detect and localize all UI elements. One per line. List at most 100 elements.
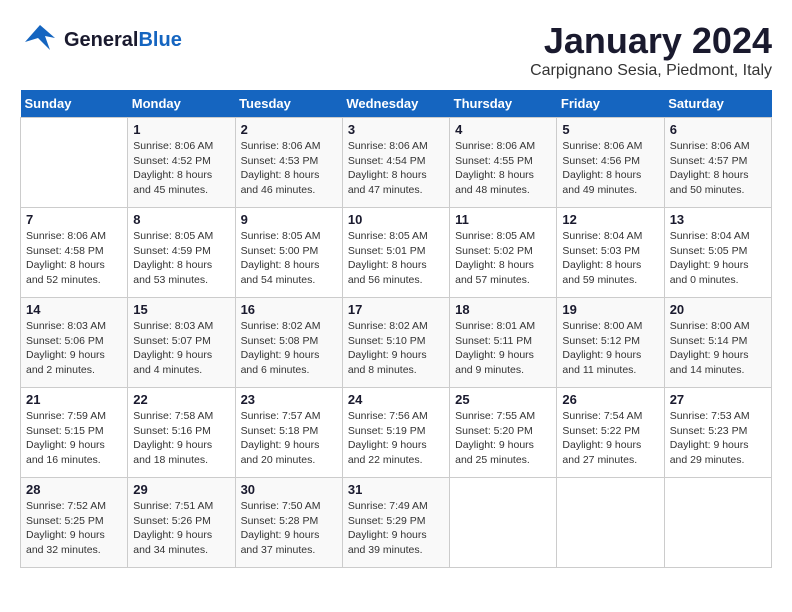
calendar-cell: 26Sunrise: 7:54 AMSunset: 5:22 PMDayligh… bbox=[557, 388, 664, 478]
calendar-cell: 15 Sunrise: 8:03 AMSunset: 5:07 PMDayligh… bbox=[128, 298, 235, 388]
page-header: GeneralBlue January 2024 Carpignano Sesi… bbox=[20, 20, 772, 80]
day-info: Sunrise: 8:03 AMSunset: 5:06 PMDaylight:… bbox=[26, 319, 122, 378]
day-info: Sunrise: 7:52 AMSunset: 5:25 PMDaylight:… bbox=[26, 499, 122, 558]
title-section: January 2024 Carpignano Sesia, Piedmont,… bbox=[530, 20, 772, 80]
day-info: Sunrise: 7:53 AMSunset: 5:23 PMDaylight:… bbox=[670, 409, 766, 468]
day-info: Sunrise: 8:05 AMSunset: 5:02 PMDaylight:… bbox=[455, 229, 551, 288]
day-number: 19 bbox=[562, 302, 658, 317]
day-info: Sunrise: 8:06 AMSunset: 4:55 PMDaylight:… bbox=[455, 139, 551, 198]
calendar-cell: 14 Sunrise: 8:03 AMSunset: 5:06 PMDayligh… bbox=[21, 298, 128, 388]
calendar-week-row: 21 Sunrise: 7:59 AMSunset: 5:15 PMDayligh… bbox=[21, 388, 772, 478]
day-info: Sunrise: 8:06 AMSunset: 4:57 PMDaylight:… bbox=[670, 139, 766, 198]
day-number: 4 bbox=[455, 122, 551, 137]
calendar-cell: 31 Sunrise: 7:49 AMSunset: 5:29 PMDayligh… bbox=[342, 478, 449, 568]
calendar-cell: 28 Sunrise: 7:52 AMSunset: 5:25 PMDayligh… bbox=[21, 478, 128, 568]
calendar-cell: 30 Sunrise: 7:50 AMSunset: 5:28 PMDayligh… bbox=[235, 478, 342, 568]
calendar-cell: 6 Sunrise: 8:06 AMSunset: 4:57 PMDaylight… bbox=[664, 118, 771, 208]
day-number: 24 bbox=[348, 392, 444, 407]
day-number: 25 bbox=[455, 392, 551, 407]
day-info: Sunrise: 8:06 AMSunset: 4:52 PMDaylight:… bbox=[133, 139, 229, 198]
calendar-cell: 20 Sunrise: 8:00 AMSunset: 5:14 PMDayligh… bbox=[664, 298, 771, 388]
day-info: Sunrise: 8:06 AMSunset: 4:56 PMDaylight:… bbox=[562, 139, 658, 198]
day-number: 26 bbox=[562, 392, 658, 407]
calendar-cell: 21 Sunrise: 7:59 AMSunset: 5:15 PMDayligh… bbox=[21, 388, 128, 478]
calendar-body: 1Sunrise: 8:06 AMSunset: 4:52 PMDaylight… bbox=[21, 118, 772, 568]
weekday-header: Monday bbox=[128, 90, 235, 118]
calendar-cell: 13Sunrise: 8:04 AMSunset: 5:05 PMDayligh… bbox=[664, 208, 771, 298]
logo-text: GeneralBlue bbox=[64, 29, 182, 51]
calendar-cell: 7 Sunrise: 8:06 AMSunset: 4:58 PMDaylight… bbox=[21, 208, 128, 298]
day-number: 18 bbox=[455, 302, 551, 317]
calendar-cell bbox=[450, 478, 557, 568]
weekday-header: Sunday bbox=[21, 90, 128, 118]
day-number: 27 bbox=[670, 392, 766, 407]
day-number: 22 bbox=[133, 392, 229, 407]
day-number: 3 bbox=[348, 122, 444, 137]
calendar-cell: 23 Sunrise: 7:57 AMSunset: 5:18 PMDayligh… bbox=[235, 388, 342, 478]
day-info: Sunrise: 7:49 AMSunset: 5:29 PMDaylight:… bbox=[348, 499, 444, 558]
calendar-subtitle: Carpignano Sesia, Piedmont, Italy bbox=[530, 62, 772, 80]
day-info: Sunrise: 8:06 AMSunset: 4:53 PMDaylight:… bbox=[241, 139, 337, 198]
calendar-cell: 2 Sunrise: 8:06 AMSunset: 4:53 PMDaylight… bbox=[235, 118, 342, 208]
day-number: 2 bbox=[241, 122, 337, 137]
calendar-cell: 18 Sunrise: 8:01 AMSunset: 5:11 PMDayligh… bbox=[450, 298, 557, 388]
calendar-table: SundayMondayTuesdayWednesdayThursdayFrid… bbox=[20, 90, 772, 568]
day-info: Sunrise: 8:02 AMSunset: 5:08 PMDaylight:… bbox=[241, 319, 337, 378]
day-number: 11 bbox=[455, 212, 551, 227]
calendar-cell: 24Sunrise: 7:56 AMSunset: 5:19 PMDayligh… bbox=[342, 388, 449, 478]
day-number: 12 bbox=[562, 212, 658, 227]
day-number: 29 bbox=[133, 482, 229, 497]
calendar-cell: 25Sunrise: 7:55 AMSunset: 5:20 PMDayligh… bbox=[450, 388, 557, 478]
day-info: Sunrise: 8:05 AMSunset: 5:00 PMDaylight:… bbox=[241, 229, 337, 288]
calendar-title: January 2024 bbox=[530, 20, 772, 62]
day-number: 14 bbox=[26, 302, 122, 317]
calendar-cell bbox=[21, 118, 128, 208]
day-info: Sunrise: 7:57 AMSunset: 5:18 PMDaylight:… bbox=[241, 409, 337, 468]
day-number: 8 bbox=[133, 212, 229, 227]
day-number: 17 bbox=[348, 302, 444, 317]
day-number: 16 bbox=[241, 302, 337, 317]
day-number: 13 bbox=[670, 212, 766, 227]
calendar-cell: 22Sunrise: 7:58 AMSunset: 5:16 PMDayligh… bbox=[128, 388, 235, 478]
calendar-cell: 12 Sunrise: 8:04 AMSunset: 5:03 PMDayligh… bbox=[557, 208, 664, 298]
calendar-cell bbox=[557, 478, 664, 568]
weekday-header: Wednesday bbox=[342, 90, 449, 118]
calendar-cell: 1Sunrise: 8:06 AMSunset: 4:52 PMDaylight… bbox=[128, 118, 235, 208]
calendar-header: SundayMondayTuesdayWednesdayThursdayFrid… bbox=[21, 90, 772, 118]
day-info: Sunrise: 7:59 AMSunset: 5:15 PMDaylight:… bbox=[26, 409, 122, 468]
day-info: Sunrise: 7:51 AMSunset: 5:26 PMDaylight:… bbox=[133, 499, 229, 558]
day-number: 7 bbox=[26, 212, 122, 227]
day-info: Sunrise: 8:03 AMSunset: 5:07 PMDaylight:… bbox=[133, 319, 229, 378]
day-number: 9 bbox=[241, 212, 337, 227]
weekday-header-row: SundayMondayTuesdayWednesdayThursdayFrid… bbox=[21, 90, 772, 118]
day-info: Sunrise: 7:50 AMSunset: 5:28 PMDaylight:… bbox=[241, 499, 337, 558]
weekday-header: Thursday bbox=[450, 90, 557, 118]
day-info: Sunrise: 8:01 AMSunset: 5:11 PMDaylight:… bbox=[455, 319, 551, 378]
day-info: Sunrise: 8:00 AMSunset: 5:12 PMDaylight:… bbox=[562, 319, 658, 378]
day-info: Sunrise: 8:02 AMSunset: 5:10 PMDaylight:… bbox=[348, 319, 444, 378]
day-number: 20 bbox=[670, 302, 766, 317]
day-number: 15 bbox=[133, 302, 229, 317]
day-number: 31 bbox=[348, 482, 444, 497]
calendar-cell: 27 Sunrise: 7:53 AMSunset: 5:23 PMDayligh… bbox=[664, 388, 771, 478]
calendar-cell: 10 Sunrise: 8:05 AMSunset: 5:01 PMDayligh… bbox=[342, 208, 449, 298]
weekday-header: Saturday bbox=[664, 90, 771, 118]
day-number: 21 bbox=[26, 392, 122, 407]
calendar-cell: 19 Sunrise: 8:00 AMSunset: 5:12 PMDayligh… bbox=[557, 298, 664, 388]
logo: GeneralBlue bbox=[20, 20, 182, 60]
day-number: 30 bbox=[241, 482, 337, 497]
day-number: 23 bbox=[241, 392, 337, 407]
day-info: Sunrise: 8:04 AMSunset: 5:03 PMDaylight:… bbox=[562, 229, 658, 288]
day-info: Sunrise: 8:00 AMSunset: 5:14 PMDaylight:… bbox=[670, 319, 766, 378]
day-number: 10 bbox=[348, 212, 444, 227]
day-info: Sunrise: 8:05 AMSunset: 5:01 PMDaylight:… bbox=[348, 229, 444, 288]
day-number: 28 bbox=[26, 482, 122, 497]
calendar-cell: 16 Sunrise: 8:02 AMSunset: 5:08 PMDayligh… bbox=[235, 298, 342, 388]
calendar-week-row: 14 Sunrise: 8:03 AMSunset: 5:06 PMDayligh… bbox=[21, 298, 772, 388]
day-info: Sunrise: 8:06 AMSunset: 4:54 PMDaylight:… bbox=[348, 139, 444, 198]
day-number: 6 bbox=[670, 122, 766, 137]
calendar-cell: 3 Sunrise: 8:06 AMSunset: 4:54 PMDaylight… bbox=[342, 118, 449, 208]
day-info: Sunrise: 8:06 AMSunset: 4:58 PMDaylight:… bbox=[26, 229, 122, 288]
weekday-header: Tuesday bbox=[235, 90, 342, 118]
calendar-cell: 9 Sunrise: 8:05 AMSunset: 5:00 PMDaylight… bbox=[235, 208, 342, 298]
